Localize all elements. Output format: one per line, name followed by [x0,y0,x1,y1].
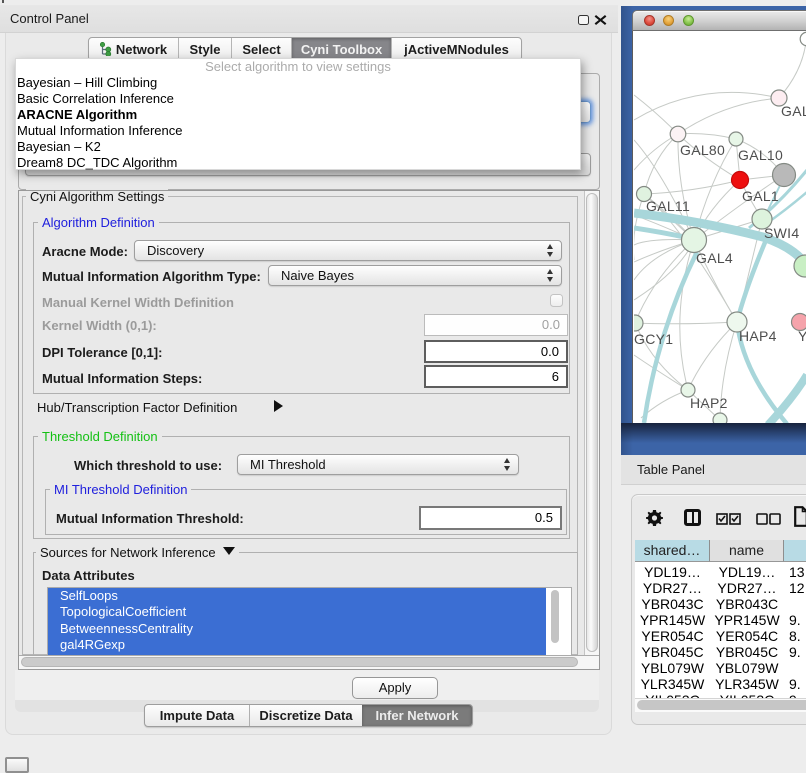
svg-text:GCY1: GCY1 [634,331,673,347]
svg-text:GAL11: GAL11 [646,198,690,214]
svg-text:HAP4: HAP4 [739,328,777,344]
svg-text:SWI4: SWI4 [764,225,799,241]
svg-text:YM: YM [798,328,806,344]
svg-text:GAL4: GAL4 [696,250,733,266]
svg-text:GAL1: GAL1 [742,188,779,204]
svg-text:GAL2: GAL2 [781,103,806,119]
svg-text:GAL10: GAL10 [738,147,783,163]
svg-text:HAP2: HAP2 [690,395,728,411]
svg-text:GAL80: GAL80 [680,142,725,158]
